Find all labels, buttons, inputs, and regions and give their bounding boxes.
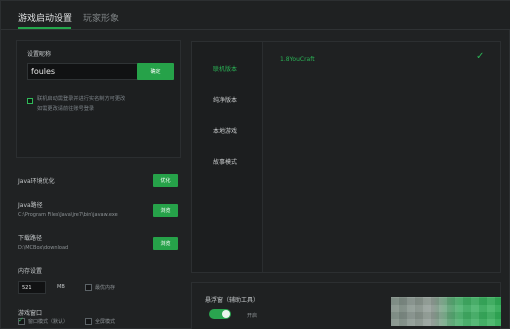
nickname-panel: 设置昵称 foules 确定 联机启动需登录并进行实名制方可更改 如需更改请前往… [16, 40, 181, 158]
menu-story-mode[interactable]: 故事模式 [213, 157, 237, 166]
window-mode-checkbox[interactable] [18, 316, 25, 325]
java-path-label: Java路径 [18, 202, 43, 209]
selected-version-name[interactable]: 1.8YouCraft [280, 56, 315, 63]
fullscreen-mode-label: 全屏模式 [95, 319, 116, 325]
download-path-value: D:\MCBox\download [18, 245, 69, 251]
floating-tool-label: 悬浮窗（辅助工具） [205, 297, 260, 304]
java-path-value: C:\Program Files\Java\jre7\bin\javaw.exe [18, 212, 118, 218]
toggle-knob [222, 310, 230, 318]
settings-tab-bar: 游戏启动设置 玩家形象 [1, 1, 510, 30]
selected-check-icon: ✓ [476, 51, 485, 62]
browse-download-button[interactable]: 浏览 [153, 237, 178, 250]
max-memory-checkbox[interactable] [85, 284, 92, 291]
optimize-button[interactable]: 优化 [153, 174, 178, 187]
menu-pure-version[interactable]: 纯净版本 [213, 95, 237, 104]
window-mode-label: 窗口模式（默认） [28, 319, 69, 325]
confirm-nickname-button[interactable]: 确定 [137, 63, 174, 80]
max-memory-label: 最优内存 [95, 285, 116, 291]
browse-java-button[interactable]: 浏览 [153, 204, 178, 217]
menu-local-game[interactable]: 本地游戏 [213, 126, 237, 135]
download-path-label: 下载路径 [18, 235, 43, 242]
launcher-window: 游戏启动设置 玩家形象 设置昵称 foules 确定 联机启动需登录并进行实名制… [0, 0, 510, 329]
floating-tool-toggle[interactable] [209, 309, 231, 319]
java-environment-label: Java环境优化 [18, 178, 55, 185]
floating-tool-state: 开启 [247, 313, 258, 319]
nickname-notice-line-2: 如需更改请前往账号登录 [37, 106, 95, 112]
version-selection-panel: 联机版本 纯净版本 本地游戏 故事模式 1.8YouCraft ✓ [191, 41, 501, 273]
active-tab-indicator [18, 27, 71, 29]
blurred-launch-button[interactable] [391, 297, 501, 326]
menu-online-version[interactable]: 联机版本 [213, 64, 237, 73]
memory-unit: MB [57, 284, 65, 290]
nickname-input[interactable]: foules [27, 63, 145, 80]
memory-input[interactable]: 521 [18, 281, 46, 294]
nickname-label: 设置昵称 [27, 51, 52, 58]
fullscreen-mode-checkbox[interactable] [85, 318, 92, 325]
tab-game-launch-settings[interactable]: 游戏启动设置 [18, 11, 72, 24]
memory-label: 内存设置 [18, 268, 43, 275]
tab-player-appearance[interactable]: 玩家形象 [83, 11, 119, 24]
nickname-notice-line-1: 联机启动需登录并进行实名制方可更改 [37, 96, 126, 102]
info-icon [27, 98, 33, 104]
version-menu: 联机版本 纯净版本 本地游戏 故事模式 [192, 42, 263, 272]
